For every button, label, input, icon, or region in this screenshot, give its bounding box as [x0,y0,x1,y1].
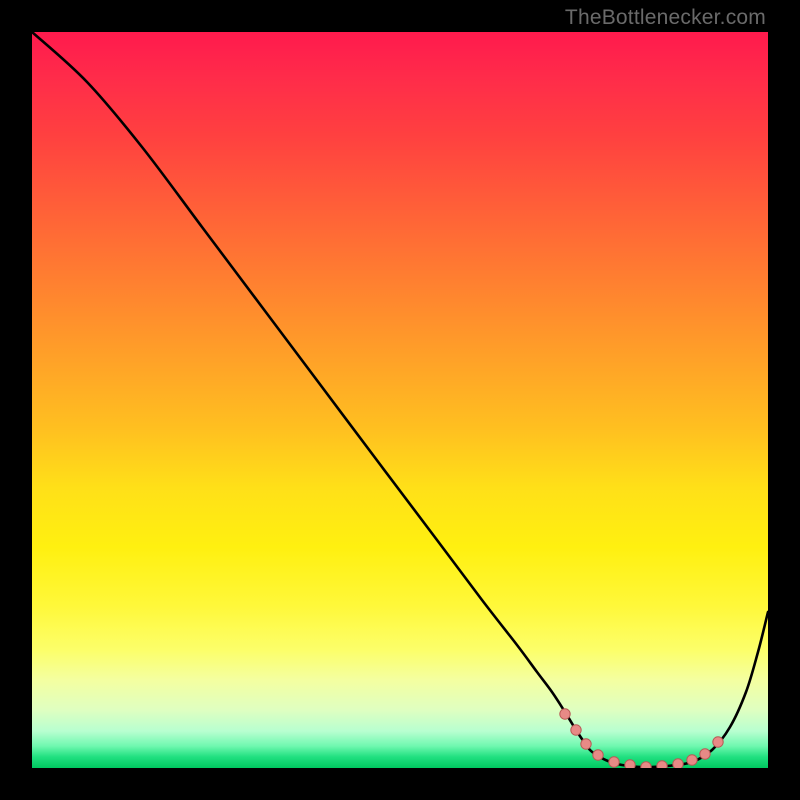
bottleneck-curve [32,32,768,767]
highlight-dot [571,725,581,735]
highlight-dot [657,761,667,768]
plot-area [32,32,768,768]
watermark-text: TheBottlenecker.com [565,6,766,30]
highlight-dot [700,749,710,759]
highlight-dot [625,760,635,768]
curve-path [32,32,768,767]
bottleneck-curve-layer [32,32,768,768]
chart-frame: TheBottlenecker.com [0,0,800,800]
highlight-dot [560,709,570,719]
highlight-dot [593,750,603,760]
highlight-dot [713,737,723,747]
highlight-dot [687,755,697,765]
highlight-dot [673,759,683,768]
highlight-dot [581,739,591,749]
highlight-dot [641,762,651,768]
highlight-dot [609,757,619,767]
